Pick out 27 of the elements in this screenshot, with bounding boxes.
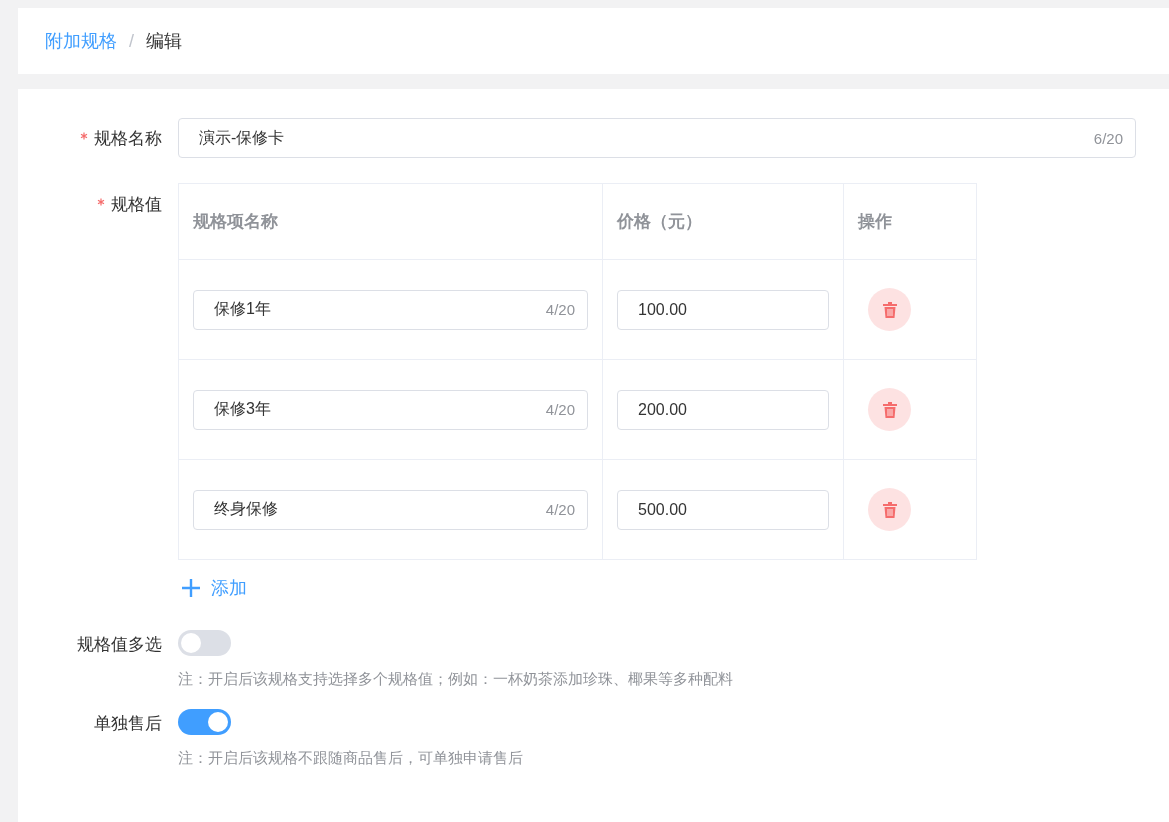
delete-button[interactable] [868,288,911,331]
item-name-input[interactable]: 终身保修 4/20 [193,489,588,530]
field-label: 单独售后 [94,712,162,735]
toggle-switch[interactable] [178,709,231,735]
trash-icon [881,300,898,319]
column-header: 价格（元） [602,183,844,260]
price-input[interactable]: 100.00 [617,289,829,330]
column-header: 操作 [843,183,977,260]
spec-name-input[interactable]: 演示-保修卡 6/20 [178,118,1136,158]
toggle-switch[interactable] [178,630,231,656]
item-name-input[interactable]: 保修1年 4/20 [193,289,588,330]
column-header: 规格项名称 [178,183,603,260]
hint-text: 注：开启后该规格支持选择多个规格值；例如：一杯奶茶添加珍珠、椰果等多种配料 [178,670,733,689]
plus-icon [181,578,201,598]
trash-icon [881,400,898,419]
delete-button[interactable] [868,488,911,531]
field-label: 规格值多选 [77,633,162,656]
item-name-input[interactable]: 保修3年 4/20 [193,389,588,430]
delete-button[interactable] [868,388,911,431]
field-label: 规格值 [111,193,162,216]
breadcrumb-item: 编辑 [146,30,182,53]
hint-text: 注：开启后该规格不跟随商品售后，可单独申请售后 [178,749,523,768]
price-input[interactable]: 500.00 [617,489,829,530]
trash-icon [881,500,898,519]
breadcrumb-separator: / [129,30,134,52]
field-label: 规格名称 [94,127,162,150]
price-input[interactable]: 200.00 [617,389,829,430]
